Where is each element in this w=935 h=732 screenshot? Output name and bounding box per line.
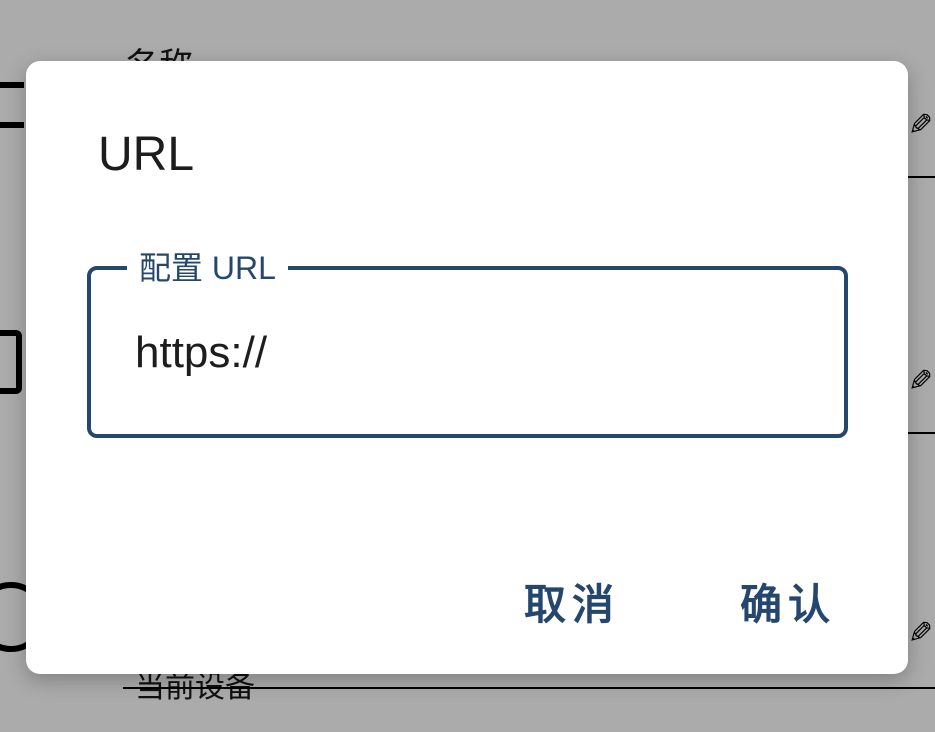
pencil-icon: ✎ xyxy=(907,364,933,399)
url-field[interactable]: 配置 URL xyxy=(87,246,848,438)
screen: 名称 ✎ ✎ ✎ 当前设备 URL 配置 URL 取消 确认 xyxy=(0,0,935,732)
document-icon xyxy=(0,330,22,394)
url-input[interactable] xyxy=(135,328,795,378)
list-icon xyxy=(0,82,24,128)
pencil-icon: ✎ xyxy=(907,616,933,651)
url-dialog: URL 配置 URL 取消 确认 xyxy=(26,61,908,674)
pencil-icon: ✎ xyxy=(907,108,933,143)
cancel-button[interactable]: 取消 xyxy=(524,571,620,632)
divider xyxy=(905,432,935,434)
divider xyxy=(905,176,935,178)
confirm-button[interactable]: 确认 xyxy=(740,571,836,632)
divider xyxy=(123,687,935,689)
url-field-label: 配置 URL xyxy=(127,246,288,290)
dialog-title: URL xyxy=(98,128,195,181)
dialog-actions: 取消 确认 xyxy=(524,571,836,632)
